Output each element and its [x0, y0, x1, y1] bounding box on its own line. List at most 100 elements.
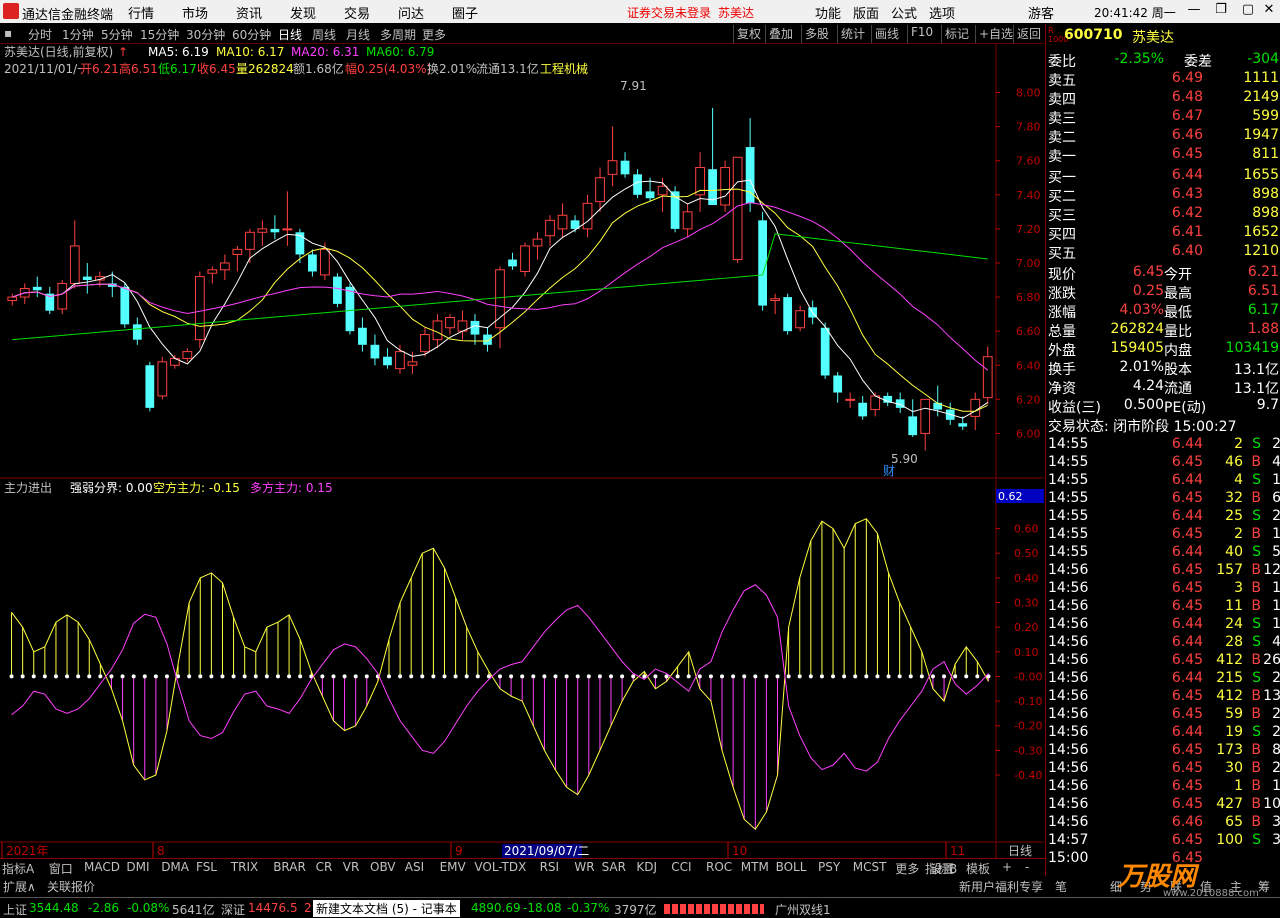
indicator-tab[interactable]: EMV — [440, 860, 466, 874]
tick-side: S — [1252, 508, 1261, 524]
finance-marker[interactable]: 财 — [883, 464, 895, 478]
tab-zhi[interactable]: 值 — [1200, 878, 1212, 895]
expand-button[interactable]: 扩展∧ — [3, 878, 36, 895]
menu-shichang[interactable]: 市场 — [182, 3, 208, 22]
indicator-name[interactable]: 主力进出 — [4, 481, 52, 495]
indicator-tab[interactable]: MACD — [84, 860, 120, 874]
indicator-tab[interactable]: OBV — [370, 860, 396, 874]
fuquan-button[interactable]: 复权 — [733, 25, 764, 43]
login-warning[interactable]: 证券交易未登录 — [627, 4, 711, 21]
tick-side: B — [1251, 814, 1261, 830]
user-label[interactable]: 游客 — [1028, 3, 1054, 22]
template-tab[interactable]: - — [1025, 860, 1029, 874]
indicator-tab[interactable]: 指标A — [2, 860, 34, 877]
indicator-tab[interactable]: PSY — [818, 860, 840, 874]
tab-shi[interactable]: 势 — [1140, 878, 1152, 895]
template-tab[interactable]: 指标B — [925, 860, 957, 877]
menu-hangqing[interactable]: 行情 — [128, 3, 154, 22]
indicator-tab[interactable]: WR — [574, 860, 594, 874]
indicator-tab[interactable]: ROC — [706, 860, 732, 874]
f10-button[interactable]: F10 — [907, 25, 936, 43]
close-icon[interactable]: ✕ — [1260, 2, 1278, 20]
indicator-tab[interactable]: SAR — [602, 860, 626, 874]
tab-xi[interactable]: 细 — [1110, 878, 1122, 895]
duogu-button[interactable]: 多股 — [801, 25, 832, 43]
menu-banmian[interactable]: 版面 — [853, 3, 879, 22]
period-5min[interactable]: 5分钟 — [101, 26, 133, 43]
period-30min[interactable]: 30分钟 — [186, 26, 225, 43]
indicator-tab[interactable]: KDJ — [636, 860, 657, 874]
period-week[interactable]: 周线 — [312, 26, 336, 43]
indicator-tab[interactable]: BOLL — [776, 860, 807, 874]
period-more[interactable]: 更多 — [422, 26, 446, 43]
indicator-tab[interactable]: MTM — [741, 860, 769, 874]
tick-time: 14:56 — [1048, 634, 1089, 650]
indicator-tab[interactable]: DMI — [126, 860, 149, 874]
tab-bi[interactable]: 笔 — [1055, 878, 1067, 895]
indicator-tab[interactable]: TRIX — [231, 860, 258, 874]
menu-quanzi[interactable]: 圈子 — [452, 3, 478, 22]
maximize-icon[interactable]: ▢ — [1239, 2, 1257, 20]
template-tab[interactable]: + — [1002, 860, 1012, 874]
indicator-tab[interactable]: CCI — [671, 860, 691, 874]
bar-low: 低6.17 — [158, 62, 197, 76]
template-tab[interactable]: 模板 — [966, 860, 990, 877]
indicator-tab[interactable]: VR — [343, 860, 360, 874]
tick-time: 14:55 — [1048, 490, 1089, 506]
menu-jiaoyi[interactable]: 交易 — [344, 3, 370, 22]
indicator-tab[interactable]: DMA — [161, 860, 189, 874]
indicator-tab[interactable]: FSL — [196, 860, 217, 874]
menu-zixun[interactable]: 资讯 — [236, 3, 262, 22]
indicator-tab[interactable]: RSI — [540, 860, 560, 874]
indicator-tab[interactable]: ASI — [405, 860, 424, 874]
zero-dot — [120, 674, 125, 679]
menu-gongshi[interactable]: 公式 — [891, 3, 917, 22]
indicator-tick: 0.20 — [1014, 621, 1039, 634]
kline-chart[interactable]: 8.00 7.80 7.60 7.40 7.20 7.00 6.80 6.60 6.40 6.20… — [0, 44, 1044, 859]
candle — [207, 266, 218, 284]
period-1min[interactable]: 1分钟 — [62, 26, 94, 43]
period-15min[interactable]: 15分钟 — [140, 26, 179, 43]
sz-label[interactable]: 深证 — [221, 901, 245, 918]
bar-open: 开6.21 — [80, 62, 119, 76]
indicator-tick: 0.40 — [1014, 572, 1039, 585]
back-button[interactable]: 返回 — [1013, 25, 1044, 43]
notepad-popup[interactable]: 新建文本文档 (5) - 记事本 — [313, 900, 460, 917]
tongji-button[interactable]: 统计 — [837, 25, 868, 43]
restore-icon[interactable]: ❐ — [1212, 2, 1230, 20]
huaxian-button[interactable]: 画线 — [871, 25, 902, 43]
period-day[interactable]: 日线 — [278, 26, 302, 43]
indicator-tab[interactable]: 窗口 — [49, 860, 73, 877]
zero-dot — [597, 674, 602, 679]
minimize-icon[interactable]: — — [1185, 2, 1203, 20]
stat-value: 9.7 — [1256, 397, 1279, 413]
menu-xuanxiang[interactable]: 选项 — [929, 3, 955, 22]
zero-dot — [575, 674, 580, 679]
stat-label: 外盘 — [1048, 343, 1076, 359]
indicator-tab[interactable]: MCST — [853, 860, 887, 874]
period-fenshi[interactable]: 分时 — [28, 26, 52, 43]
indicator-tab[interactable]: CR — [316, 860, 333, 874]
ask-vol: 811 — [1252, 146, 1279, 162]
zero-dot — [542, 674, 547, 679]
period-multi[interactable]: 多周期 — [380, 26, 416, 43]
news-ticker[interactable]: 广州双线1 — [775, 901, 831, 918]
period-month[interactable]: 月线 — [346, 26, 370, 43]
tab-zhu[interactable]: 主 — [1230, 878, 1242, 895]
menu-gongneng[interactable]: 功能 — [815, 3, 841, 22]
tab-chou[interactable]: 筹 — [1258, 878, 1270, 895]
tick-count: 2 — [1272, 760, 1280, 776]
promo-link[interactable]: 新用户福利专享 — [959, 878, 1043, 895]
indicator-tab[interactable]: 更多 — [895, 860, 919, 877]
menu-wenda[interactable]: 问达 — [398, 3, 424, 22]
related-quote-button[interactable]: 关联报价 — [47, 878, 95, 895]
diejia-button[interactable]: 叠加 — [765, 25, 796, 43]
indicator-tab[interactable]: BRAR — [273, 860, 306, 874]
add-watchlist-button[interactable]: +自选 — [975, 25, 1016, 43]
period-60min[interactable]: 60分钟 — [232, 26, 271, 43]
biaoji-button[interactable]: 标记 — [941, 25, 972, 43]
sh-label[interactable]: 上证 — [3, 901, 27, 918]
indicator-tab[interactable]: VOL-TDX — [474, 860, 526, 874]
menu-faxian[interactable]: 发现 — [290, 3, 316, 22]
tab-lian[interactable]: 联 — [1170, 878, 1182, 895]
